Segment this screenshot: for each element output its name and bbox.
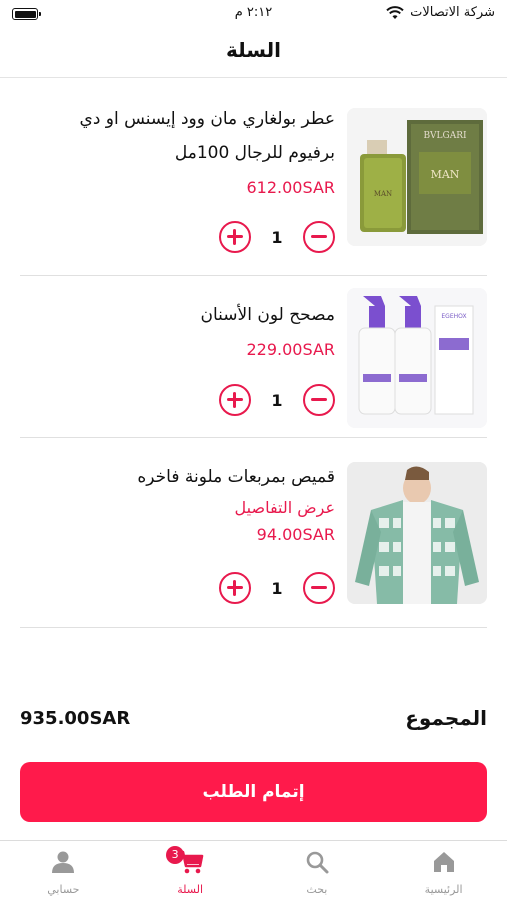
product-image-perfume[interactable]: BVLGARI MAN MAN xyxy=(347,108,487,246)
header: السلة xyxy=(0,28,507,78)
tab-cart[interactable]: 3 السلة xyxy=(127,841,254,900)
tab-label: السلة xyxy=(177,883,203,896)
increase-quantity-button[interactable] xyxy=(219,572,251,604)
cart-item: BVLGARI MAN MAN عطر بولغاري مان وود إيسن… xyxy=(20,96,487,276)
total-row: المجموع 935.00SAR xyxy=(20,706,487,736)
total-value: 935.00SAR xyxy=(20,708,131,729)
tab-bar: الرئيسية بحث 3 السلة حسابي xyxy=(0,840,507,900)
item-info: قميص بمربعات ملونة فاخره عرض التفاصيل 94… xyxy=(20,460,335,544)
cart-count-badge: 3 xyxy=(166,846,185,864)
tab-label: حسابي xyxy=(47,883,80,896)
total-label: المجموع xyxy=(405,706,487,730)
item-name: قميص بمربعات ملونة فاخره xyxy=(137,467,335,487)
tab-label: الرئيسية xyxy=(424,883,463,896)
quantity-stepper: 1 xyxy=(219,572,335,604)
home-icon xyxy=(433,852,454,872)
perfume-image: BVLGARI MAN MAN xyxy=(347,108,487,246)
item-name: مصحح لون الأسنان xyxy=(200,305,335,325)
item-name: عطر بولغاري مان وود إيسنس او دي xyxy=(79,109,335,129)
cart-item: EGEHOX مصحح لون الأسنان 229.00SAR 1 xyxy=(20,276,487,438)
item-info: عطر بولغاري مان وود إيسنس او دي برفيوم ل… xyxy=(20,102,335,197)
quantity-value: 1 xyxy=(271,390,283,410)
decrease-quantity-button[interactable] xyxy=(303,221,335,253)
quantity-value: 1 xyxy=(271,578,283,598)
svg-text:MAN: MAN xyxy=(374,190,392,198)
item-name: برفيوم للرجال 100مل xyxy=(174,143,335,163)
tab-label: بحث xyxy=(306,883,328,896)
tab-search[interactable]: بحث xyxy=(254,841,381,900)
shirt-image xyxy=(347,462,487,604)
checkout-button[interactable]: إتمام الطلب xyxy=(20,762,487,822)
item-price: 94.00SAR xyxy=(256,525,335,544)
status-bar: شركة الاتصالات ٢:١٢ م xyxy=(0,0,507,28)
search-icon xyxy=(306,851,329,874)
quantity-stepper: 1 xyxy=(219,221,335,253)
svg-text:BVLGARI: BVLGARI xyxy=(423,131,467,141)
item-info: مصحح لون الأسنان 229.00SAR xyxy=(20,298,335,359)
quantity-value: 1 xyxy=(271,227,283,247)
tab-account[interactable]: حسابي xyxy=(0,841,127,900)
view-details-link[interactable]: عرض التفاصيل xyxy=(20,498,335,517)
decrease-quantity-button[interactable] xyxy=(303,572,335,604)
increase-quantity-button[interactable] xyxy=(219,384,251,416)
quantity-stepper: 1 xyxy=(219,384,335,416)
user-icon xyxy=(52,851,75,873)
product-image-teeth-corrector[interactable]: EGEHOX xyxy=(347,288,487,428)
svg-text:EGEHOX: EGEHOX xyxy=(441,313,466,320)
page-title: السلة xyxy=(225,38,281,62)
cart-item: قميص بمربعات ملونة فاخره عرض التفاصيل 94… xyxy=(20,438,487,628)
decrease-quantity-button[interactable] xyxy=(303,384,335,416)
svg-text:MAN: MAN xyxy=(431,168,460,181)
status-time: ٢:١٢ م xyxy=(234,5,273,20)
battery-icon xyxy=(12,8,41,20)
tab-home[interactable]: الرئيسية xyxy=(380,841,507,900)
item-price: 229.00SAR xyxy=(246,340,336,359)
increase-quantity-button[interactable] xyxy=(219,221,251,253)
product-image-shirt[interactable] xyxy=(347,462,487,604)
teeth-corrector-image: EGEHOX xyxy=(347,288,487,428)
item-price: 612.00SAR xyxy=(246,178,336,197)
